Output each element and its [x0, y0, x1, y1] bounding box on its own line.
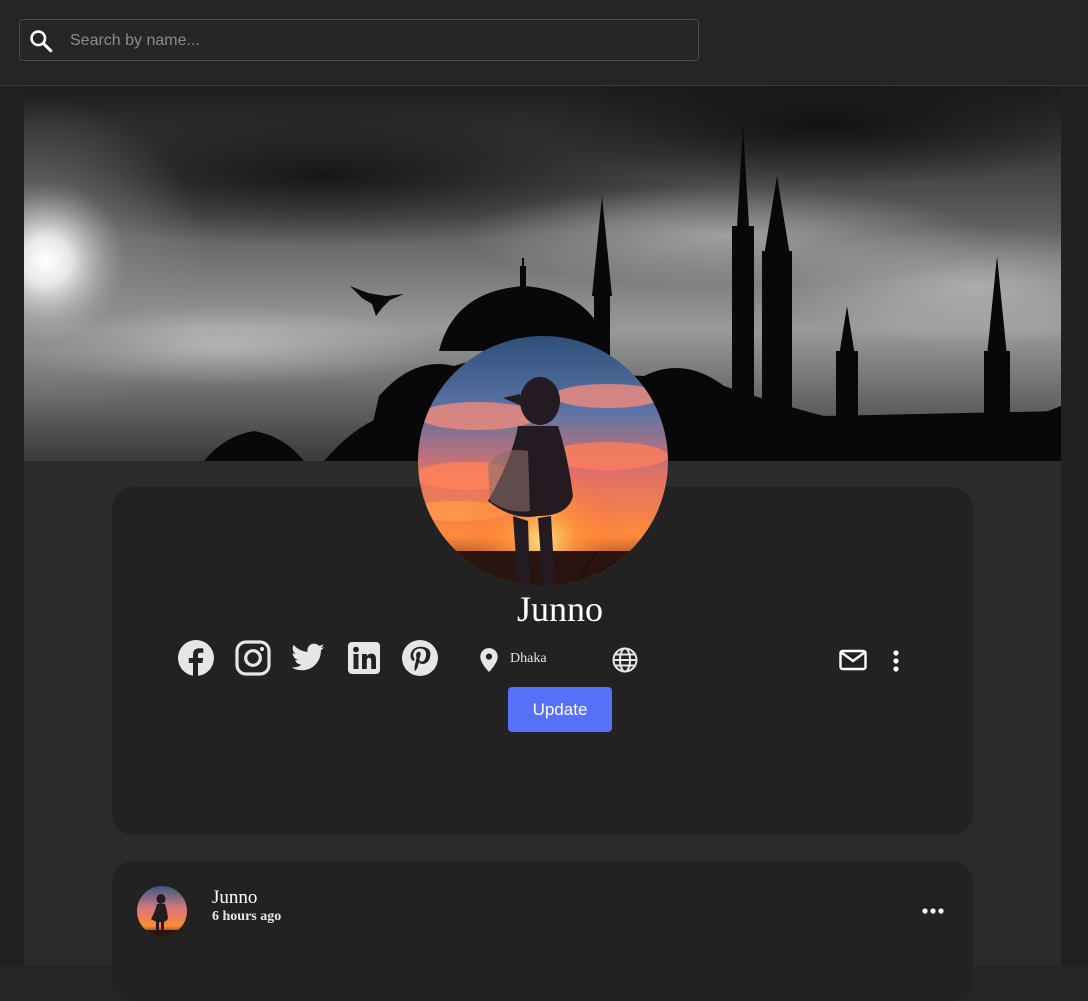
- globe-icon[interactable]: [611, 646, 639, 674]
- right-gutter: [1061, 86, 1088, 966]
- more-vertical-icon[interactable]: [886, 648, 906, 674]
- linkedin-icon[interactable]: [346, 640, 382, 676]
- twitter-icon[interactable]: [290, 640, 326, 676]
- search-box[interactable]: [19, 19, 699, 62]
- left-gutter: [0, 86, 24, 966]
- profile-name: Junno: [516, 589, 603, 629]
- mail-icon[interactable]: [838, 647, 868, 673]
- post-author-avatar[interactable]: [137, 886, 187, 936]
- search-input[interactable]: [68, 20, 692, 62]
- top-bar: [0, 0, 1088, 86]
- location-pin-icon: [480, 648, 498, 672]
- post-timestamp: 6 hours ago: [212, 909, 282, 924]
- more-horizontal-icon[interactable]: [920, 902, 946, 920]
- profile-avatar[interactable]: [418, 336, 668, 586]
- post-card: [112, 861, 973, 1001]
- update-button[interactable]: Update: [508, 687, 612, 732]
- post-author-name[interactable]: Junno: [212, 887, 257, 909]
- pinterest-icon[interactable]: [402, 640, 438, 676]
- facebook-icon[interactable]: [178, 640, 214, 676]
- instagram-icon[interactable]: [235, 640, 271, 676]
- search-icon: [30, 30, 53, 53]
- location-text: Dhaka: [510, 651, 547, 666]
